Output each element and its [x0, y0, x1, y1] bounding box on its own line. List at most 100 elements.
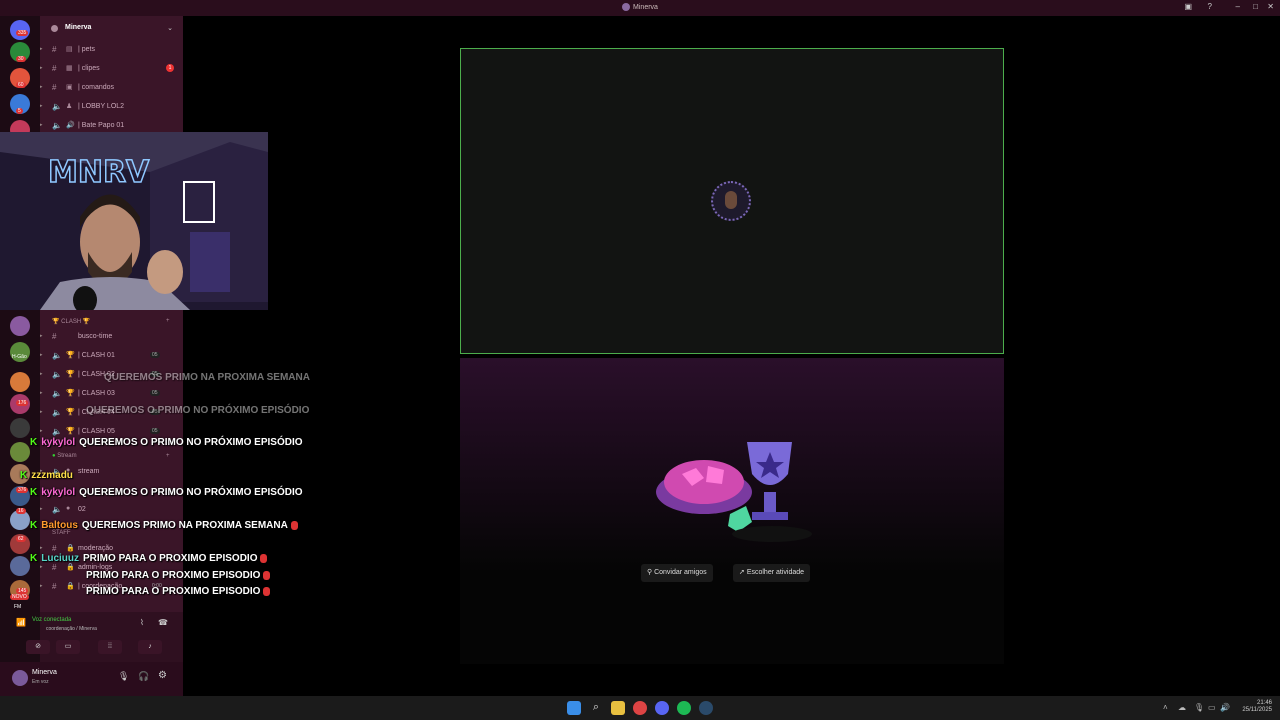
server-name: Minerva [65, 24, 92, 31]
chevron-right-icon[interactable]: ▸ [40, 583, 43, 589]
voice-stage-tile[interactable] [460, 48, 1004, 354]
chevron-up-icon[interactable]: ˄ [1163, 703, 1168, 712]
add-channel-icon[interactable]: + [166, 453, 170, 459]
microphone-icon[interactable]: 🎙 [1194, 703, 1204, 712]
chevron-right-icon[interactable]: ▸ [40, 65, 43, 71]
volume-icon[interactable]: 🔊 [1220, 703, 1230, 712]
chevron-right-icon[interactable]: ▸ [40, 506, 43, 512]
channel-item[interactable]: ▸ 🔈 ● stream [40, 465, 183, 479]
maximize-button[interactable]: □ [1253, 2, 1258, 11]
chevron-right-icon[interactable]: ▸ [40, 46, 43, 52]
server-rail: 335306051301763761662145NOVOFMH-Gão [0, 16, 40, 696]
disconnect-icon[interactable]: ☎ [158, 618, 168, 627]
emote-icon [263, 586, 271, 596]
microphone-icon[interactable]: 🎙 [118, 671, 129, 682]
lock-icon: 🔒 [66, 545, 75, 552]
chevron-down-icon[interactable]: ⌄ [167, 24, 173, 32]
close-button[interactable]: ✕ [1267, 2, 1274, 11]
chevron-right-icon[interactable]: ▸ [40, 371, 43, 377]
channel-item[interactable]: ▸ 🔈 🏆 | CLASH 05 05 [40, 425, 183, 439]
channel-item[interactable]: ▸ 🔈 ● 02 [40, 503, 183, 517]
help-icon[interactable]: ? [1208, 2, 1212, 11]
spotify-icon[interactable] [677, 701, 691, 715]
chevron-right-icon[interactable]: ▸ [40, 122, 43, 128]
svg-text:MNRV: MNRV [48, 155, 150, 190]
activities-icon[interactable]: ⁞⁞ [98, 640, 122, 654]
soundboard-icon[interactable]: ♪ [138, 640, 162, 654]
chevron-right-icon[interactable]: ▸ [40, 545, 43, 551]
trophy-icon: 🏆 [82, 319, 91, 325]
invite-friends-button[interactable]: ⚲ Convidar amigos [641, 564, 713, 582]
search-icon[interactable]: ⌕ [589, 701, 603, 715]
avatar[interactable] [12, 670, 28, 686]
channel-item[interactable]: ▸ 🔈 ♟ | LOBBY LOL2 [40, 100, 183, 114]
chevron-right-icon[interactable]: ▸ [40, 84, 43, 90]
channel-item[interactable]: ▸ # ▣ | comandos [40, 81, 183, 95]
monitor-icon[interactable]: ▭ [1208, 703, 1216, 712]
channel-item[interactable]: ▸ # 🔒 | coordenação 0:00 [40, 580, 183, 594]
screen-share-icon[interactable]: ▣ [1184, 2, 1192, 11]
choose-activity-button[interactable]: ➚ Escolher atividade [733, 564, 811, 582]
window-title: Minerva [633, 3, 658, 11]
title-bar: Minerva ▣ ? – □ ✕ [0, 0, 1280, 16]
server-icon[interactable] [10, 442, 30, 462]
server-icon[interactable] [10, 556, 30, 576]
channel-item[interactable]: ▸ 🔈 🏆 | CLASH 02 05 [40, 368, 183, 382]
channel-item-label: stream [78, 468, 100, 475]
chevron-right-icon[interactable]: ▸ [40, 564, 43, 570]
voice-status[interactable]: Voz conectada [32, 617, 71, 623]
channel-item-label: busco-time [78, 333, 113, 340]
trophy-icon: 🏆 [52, 319, 60, 325]
chrome-icon[interactable] [633, 701, 647, 715]
channel-item[interactable]: ▸ 🔈 🏆 | CLASH 01 05 [40, 349, 183, 363]
discord-icon[interactable] [655, 701, 669, 715]
chevron-right-icon[interactable]: ▸ [40, 468, 43, 474]
hgao-label: H-Gão [12, 354, 27, 360]
category-clash[interactable]: 🏆 CLASH 🏆 + [52, 318, 170, 325]
steam-icon[interactable] [699, 701, 713, 715]
minimize-button[interactable]: – [1236, 2, 1240, 11]
network-icon[interactable]: ☁ [1178, 703, 1186, 712]
chevron-right-icon[interactable]: ▸ [40, 428, 43, 434]
file-explorer-icon[interactable] [611, 701, 625, 715]
server-icon[interactable] [10, 372, 30, 392]
camera-off-icon[interactable]: ⊘ [26, 640, 50, 654]
server-header[interactable]: Minerva ⌄ [40, 16, 183, 40]
windows-start-icon[interactable] [567, 701, 581, 715]
clock[interactable]: 21:46 25/11/2025 [1242, 700, 1272, 714]
server-icon[interactable] [10, 418, 30, 438]
chevron-right-icon[interactable]: ▸ [40, 409, 43, 415]
emote-icon [260, 553, 268, 563]
activity-panel: ⚲ Convidar amigos ➚ Escolher atividade [460, 358, 1004, 664]
chevron-right-icon[interactable]: ▸ [40, 390, 43, 396]
server-icon[interactable] [10, 464, 30, 484]
chevron-right-icon[interactable]: ▸ [40, 352, 43, 358]
server-icon[interactable] [10, 316, 30, 336]
category-stream[interactable]: ● Stream + [52, 453, 170, 459]
user-name[interactable]: Minerva [32, 669, 57, 676]
voice-location[interactable]: coordenação / Minerva [46, 626, 97, 632]
add-channel-icon[interactable]: + [166, 318, 170, 324]
channel-item[interactable]: ▸ # busco-time [40, 330, 183, 344]
channel-item[interactable]: ▸ # ▦ | clipes 1 [40, 62, 183, 76]
channel-item[interactable]: ▸ 🔈 🏆 | CLASH 04 05 [40, 406, 183, 420]
channel-item[interactable]: ▸ # ▤ | pets [40, 43, 183, 57]
channel-item[interactable]: ▸ 🔈 🔊 | Bate Papo 01 [40, 119, 183, 133]
chevron-right-icon[interactable]: ▸ [40, 103, 43, 109]
category-staff[interactable]: STAFF [52, 530, 71, 536]
channel-item[interactable]: ▸ # 🔒 admin-logs [40, 561, 183, 575]
notification-badge: 16 [16, 508, 26, 514]
headphones-icon[interactable]: 🎧 [138, 671, 149, 682]
robot-icon: ▣ [66, 84, 73, 91]
chevron-right-icon[interactable]: ▸ [40, 333, 43, 339]
category-staff-label: STAFF [52, 530, 71, 536]
channel-item[interactable]: ▸ # 🔒 moderação [40, 542, 183, 556]
gear-icon[interactable]: ⚙ [158, 670, 167, 681]
screen-share-icon[interactable]: ▭ [56, 640, 80, 654]
notification-badge: 376 [16, 487, 29, 493]
trophy-illustration [656, 442, 812, 542]
channel-item[interactable]: ▸ 🔈 🏆 | CLASH 03 05 [40, 387, 183, 401]
noise-suppression-icon[interactable]: ⌇ [140, 618, 144, 627]
participant-avatar[interactable] [711, 181, 751, 221]
speaker-icon: 🔈 [52, 370, 62, 379]
